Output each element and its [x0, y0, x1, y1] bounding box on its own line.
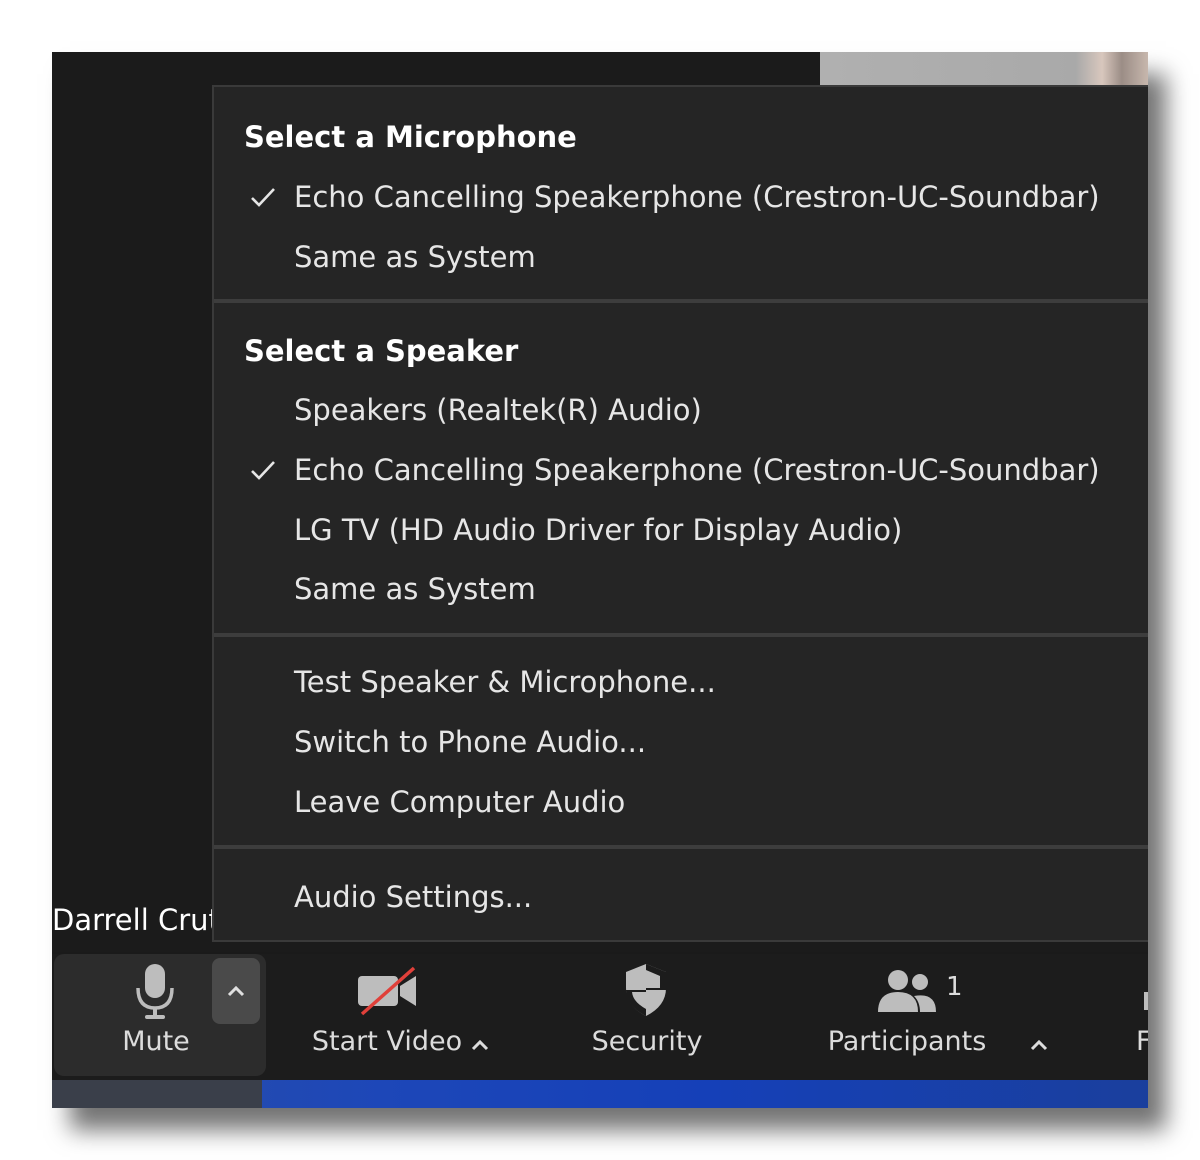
speaker-option-label: Speakers (Realtek(R) Audio)	[294, 393, 702, 427]
meeting-toolbar: Mute Start Video Security 1 Participants…	[52, 954, 1148, 1080]
participants-button[interactable]: 1 Participants	[822, 954, 992, 1080]
taskbar-segment	[52, 1080, 262, 1108]
chevron-up-icon[interactable]	[470, 1038, 490, 1052]
speaker-option-lg-tv[interactable]: LG TV (HD Audio Driver for Display Audio…	[214, 500, 1148, 560]
audio-options-menu: Select a Microphone Echo Cancelling Spea…	[212, 85, 1148, 942]
video-off-icon	[358, 966, 416, 1016]
leave-computer-audio-item[interactable]: Leave Computer Audio	[214, 772, 1148, 832]
security-button[interactable]: Security	[572, 954, 722, 1080]
speaker-section: Select a Speaker Speakers (Realtek(R) Au…	[214, 303, 1148, 633]
check-icon	[251, 461, 275, 480]
mute-label: Mute	[122, 1026, 190, 1057]
menu-item-label: Switch to Phone Audio...	[294, 725, 647, 759]
check-icon	[251, 188, 275, 207]
menu-item-label: Test Speaker & Microphone...	[294, 665, 716, 699]
test-speaker-microphone-item[interactable]: Test Speaker & Microphone...	[214, 652, 1148, 712]
audio-actions-section: Test Speaker & Microphone... Switch to P…	[214, 637, 1148, 845]
chevron-up-icon	[227, 985, 245, 997]
microphone-icon	[136, 964, 174, 1019]
microphone-option-label: Echo Cancelling Speakerphone (Crestron-U…	[294, 180, 1100, 214]
menu-divider	[214, 845, 1148, 849]
start-video-label: Start Video	[311, 1026, 463, 1057]
microphone-option-label: Same as System	[294, 240, 536, 274]
start-video-button[interactable]: Start Video	[302, 954, 472, 1080]
people-icon	[878, 970, 936, 1012]
next-toolbar-label-partial[interactable]: F	[1136, 1024, 1148, 1060]
microphone-heading: Select a Microphone	[244, 120, 577, 154]
microphone-option-speakerphone[interactable]: Echo Cancelling Speakerphone (Crestron-U…	[214, 167, 1148, 227]
speaker-option-label: Same as System	[294, 572, 536, 606]
speaker-option-realtek[interactable]: Speakers (Realtek(R) Audio)	[214, 380, 1148, 440]
microphone-section: Select a Microphone Echo Cancelling Spea…	[214, 87, 1148, 299]
menu-item-label: Leave Computer Audio	[294, 785, 626, 819]
meeting-window: Darrell Crut Select a Microphone Echo Ca…	[52, 52, 1148, 1108]
microphone-option-same-as-system[interactable]: Same as System	[214, 227, 1148, 287]
speaker-option-label: Echo Cancelling Speakerphone (Crestron-U…	[294, 453, 1100, 487]
participants-label: Participants	[827, 1026, 987, 1057]
next-toolbar-icon-partial	[1144, 992, 1148, 1010]
participant-video-thumbnail[interactable]	[820, 52, 1148, 86]
switch-to-phone-audio-item[interactable]: Switch to Phone Audio...	[214, 712, 1148, 772]
participants-count: 1	[946, 972, 963, 1002]
mute-button[interactable]: Mute	[102, 954, 210, 1080]
audio-options-caret-button[interactable]	[212, 958, 260, 1024]
audio-settings-item[interactable]: Audio Settings...	[214, 867, 1148, 927]
chevron-up-icon[interactable]	[1029, 1038, 1049, 1052]
speaker-heading: Select a Speaker	[244, 334, 519, 368]
menu-item-label: Audio Settings...	[294, 880, 533, 914]
speaker-option-same-as-system[interactable]: Same as System	[214, 559, 1148, 619]
security-label: Security	[591, 1026, 703, 1057]
shield-icon	[626, 964, 666, 1016]
speaker-option-speakerphone[interactable]: Echo Cancelling Speakerphone (Crestron-U…	[214, 440, 1148, 500]
windows-taskbar	[52, 1080, 1148, 1108]
speaker-option-label: LG TV (HD Audio Driver for Display Audio…	[294, 513, 903, 547]
participant-name-label: Darrell Crut	[52, 903, 220, 937]
